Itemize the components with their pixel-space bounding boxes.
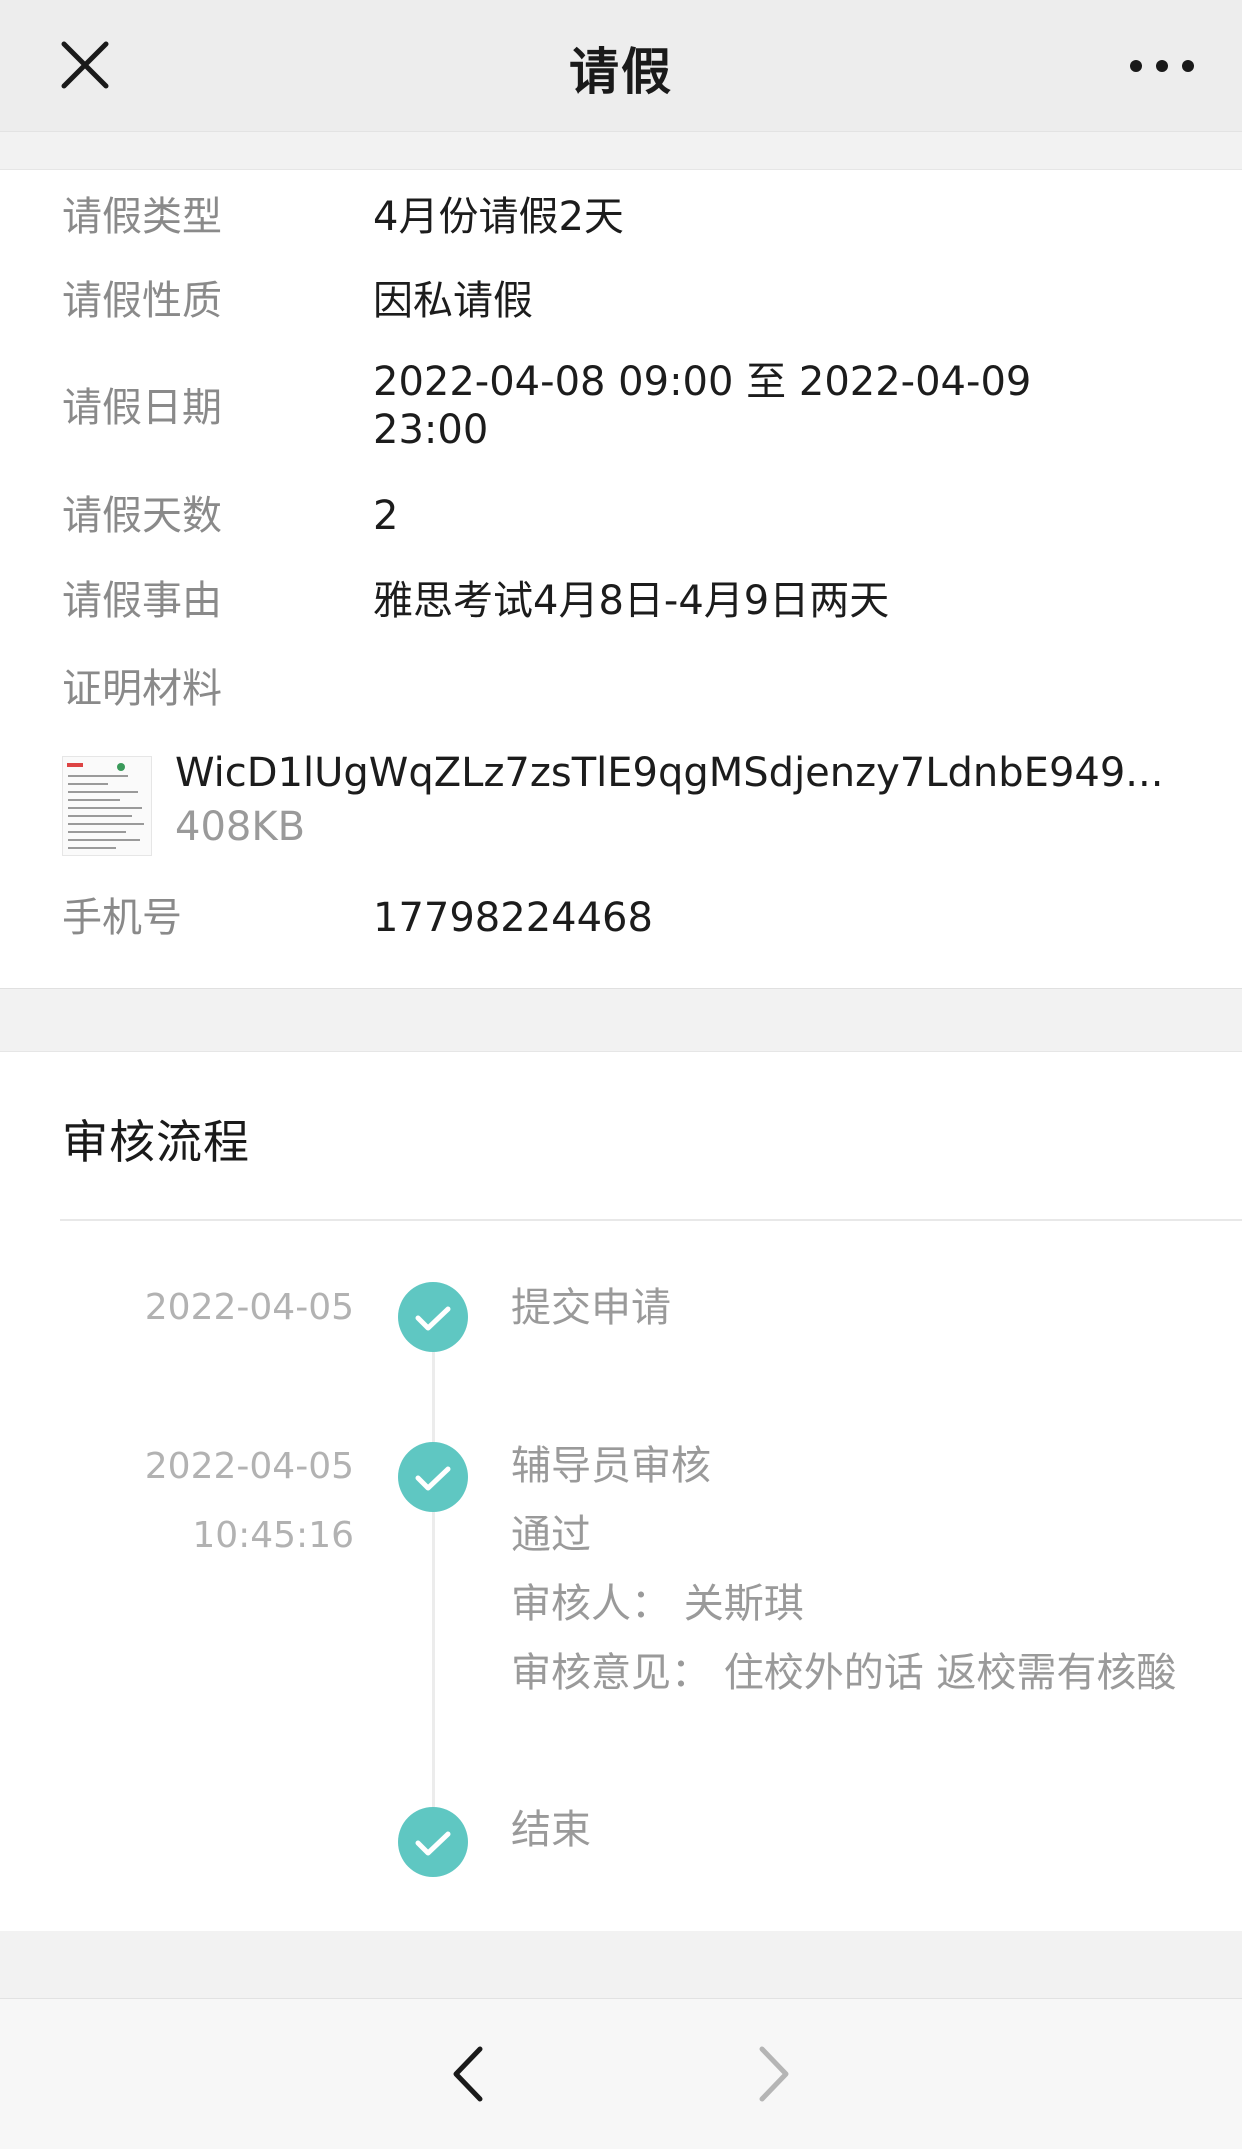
step-date: 2022-04-05: [144, 1446, 354, 1487]
check-circle-icon: [398, 1282, 468, 1352]
attachment-filename: WicD1lUgWqZLz7zsTlE9qgMSdjenzy7LdnbE949.…: [175, 750, 1164, 796]
step-date: 2022-04-05: [144, 1287, 354, 1328]
leave-days-label: 请假天数: [62, 493, 222, 539]
step-name: 辅导员审核: [511, 1443, 711, 1489]
chevron-right-icon: [759, 2046, 789, 2102]
more-button[interactable]: [1122, 46, 1202, 86]
leave-info-card: 请假类型 4月份请假2天 请假性质 因私请假 请假日期 2022-04-08 0…: [0, 169, 1242, 989]
step-name: 结束: [511, 1807, 591, 1853]
attachment-size: 408KB: [175, 804, 306, 850]
leave-reason-label: 请假事由: [62, 578, 222, 624]
step-result: 通过: [511, 1512, 591, 1558]
leave-date-value: 2022-04-08 09:00 至 2022-04-09 23:00: [373, 359, 1032, 453]
leave-nature-value: 因私请假: [373, 278, 533, 324]
step-name: 提交申请: [511, 1285, 671, 1331]
process-title: 审核流程: [62, 1115, 250, 1169]
back-button[interactable]: [440, 2039, 500, 2109]
leave-type-value: 4月份请假2天: [373, 194, 624, 240]
step-opinion: 审核意见： 住校外的话 返校需有核酸: [511, 1650, 1177, 1696]
divider: [60, 1219, 1242, 1221]
timeline-line: [432, 1317, 435, 1854]
leave-days-value: 2: [373, 493, 399, 539]
bottom-nav-bar: [0, 1998, 1242, 2149]
proof-material-label: 证明材料: [62, 666, 222, 712]
page-title: 请假: [569, 43, 673, 101]
step-reviewer: 审核人： 关斯琪: [511, 1581, 804, 1627]
top-nav-bar: 请假: [0, 0, 1242, 132]
attachment-item[interactable]: WicD1lUgWqZLz7zsTlE9qgMSdjenzy7LdnbE949.…: [62, 750, 1182, 866]
phone-label: 手机号: [62, 895, 182, 941]
chevron-left-icon: [453, 2046, 483, 2102]
forward-button[interactable]: [742, 2039, 802, 2109]
check-circle-icon: [398, 1442, 468, 1512]
phone-value: 17798224468: [373, 895, 653, 941]
leave-type-label: 请假类型: [62, 194, 222, 240]
more-dots-icon: [1130, 60, 1194, 72]
step-time: 10:45:16: [192, 1515, 354, 1556]
leave-nature-label: 请假性质: [62, 278, 222, 324]
document-thumbnail: [62, 756, 152, 856]
approval-process-card: 审核流程 2022-04-05 提交申请 2022-04-05 10:45:16…: [0, 1051, 1242, 1931]
check-circle-icon: [398, 1807, 468, 1877]
leave-reason-value: 雅思考试4月8日-4月9日两天: [373, 578, 890, 624]
leave-date-label: 请假日期: [62, 385, 222, 431]
